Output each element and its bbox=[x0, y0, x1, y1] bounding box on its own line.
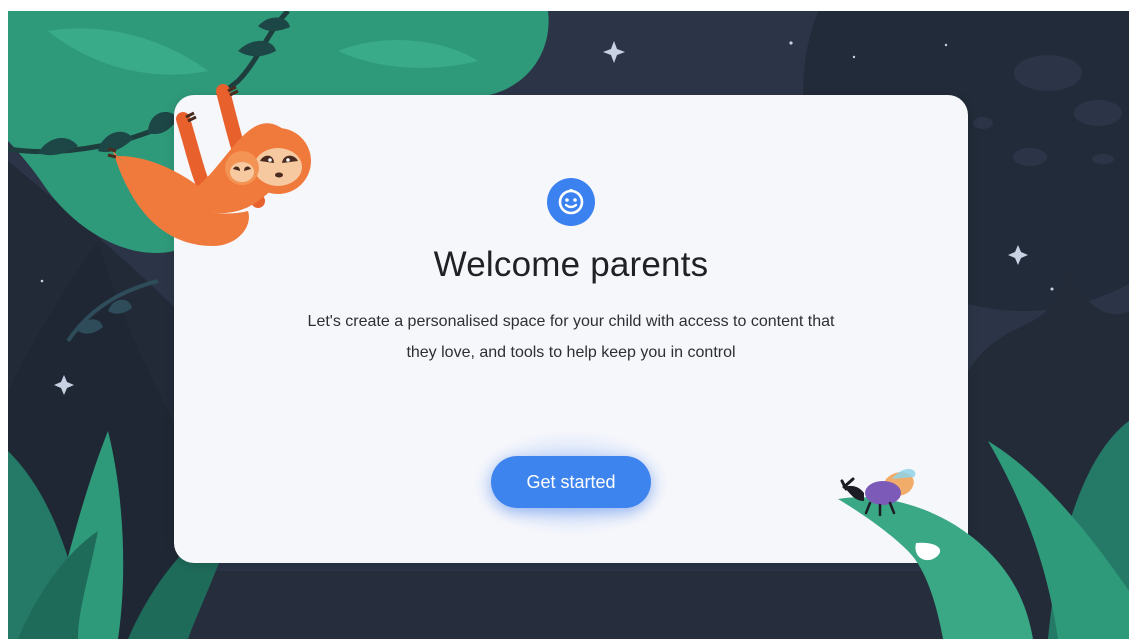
page-title: Welcome parents bbox=[433, 245, 709, 284]
welcome-screen: Welcome parents Let's create a personali… bbox=[8, 11, 1129, 639]
smiley-face-icon bbox=[547, 178, 595, 226]
welcome-card: Welcome parents Let's create a personali… bbox=[174, 95, 968, 563]
get-started-button[interactable]: Get started bbox=[491, 456, 651, 508]
welcome-description: Let's create a personalised space for yo… bbox=[307, 313, 835, 361]
